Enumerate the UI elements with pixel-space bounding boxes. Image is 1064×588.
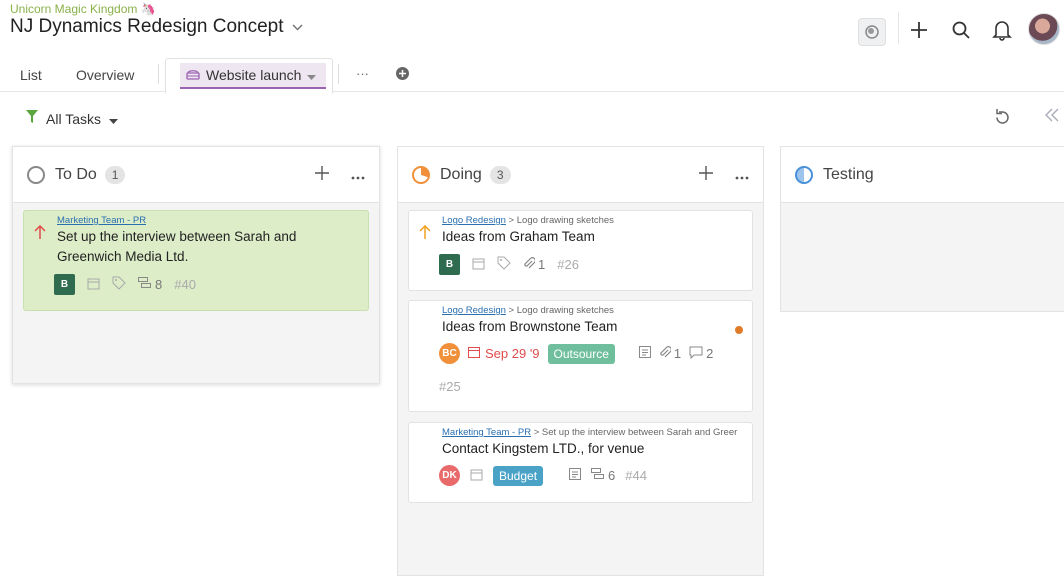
tag-icon[interactable]: [497, 256, 511, 273]
column-doing-title: Doing: [440, 165, 482, 183]
task-card-44[interactable]: Marketing Team - PR > Set up the intervi…: [408, 422, 753, 503]
tab-overview[interactable]: Overview: [76, 67, 134, 83]
header-divider: [898, 12, 899, 44]
priority-up-icon: [419, 224, 431, 242]
assignee-avatar[interactable]: BC: [439, 343, 460, 364]
attachment-icon: [523, 256, 536, 273]
add-task-icon[interactable]: [315, 163, 329, 186]
project-title-text: NJ Dynamics Redesign Concept: [10, 16, 284, 37]
tab-website-launch-label: Website launch: [206, 67, 302, 83]
subtask-icon: [591, 468, 605, 483]
tab-divider: [158, 64, 159, 84]
add-task-icon[interactable]: [699, 163, 713, 186]
calendar-icon[interactable]: [87, 277, 100, 293]
refresh-icon[interactable]: [994, 108, 1011, 131]
assignee-avatar[interactable]: B: [54, 274, 75, 295]
user-avatar[interactable]: [1028, 13, 1060, 45]
calendar-icon[interactable]: [472, 257, 485, 273]
search-icon[interactable]: [947, 16, 975, 44]
chevron-down-icon[interactable]: [291, 20, 303, 34]
column-todo-header: To Do 1: [13, 147, 379, 203]
subtask-count[interactable]: 6: [591, 468, 615, 483]
attachment-count[interactable]: 1: [659, 345, 681, 362]
tag-budget[interactable]: Budget: [493, 465, 544, 486]
column-testing-header: Testing: [781, 147, 1064, 203]
status-open-icon: [27, 165, 45, 184]
task-title[interactable]: Ideas from Brownstone Team: [442, 317, 617, 337]
column-todo: To Do 1 Marketing Team - PR Set up the i…: [12, 146, 380, 384]
subtask-count[interactable]: 8: [138, 277, 162, 292]
column-testing-title: Testing: [823, 165, 874, 183]
task-card-26[interactable]: Logo Redesign > Logo drawing sketches Id…: [408, 210, 753, 291]
bell-icon[interactable]: [988, 16, 1016, 44]
task-title[interactable]: Ideas from Graham Team: [442, 227, 595, 247]
tab-list[interactable]: List: [20, 67, 42, 83]
status-testing-icon: [795, 165, 813, 184]
task-id: #44: [625, 468, 647, 483]
task-breadcrumb[interactable]: Marketing Team - PR > Set up the intervi…: [442, 427, 747, 438]
unread-dot: [735, 326, 743, 334]
description-icon[interactable]: [569, 468, 582, 483]
task-id: #26: [557, 257, 579, 272]
more-icon[interactable]: [351, 163, 365, 186]
assignee-avatar[interactable]: B: [439, 254, 460, 275]
task-title[interactable]: Set up the interview between Sarah and G…: [57, 227, 347, 267]
calendar-icon[interactable]: [470, 468, 483, 484]
priority-up-icon: [34, 224, 46, 242]
task-filter[interactable]: All Tasks: [26, 110, 118, 127]
subtask-icon: [138, 277, 152, 292]
column-doing-count: 3: [489, 165, 511, 184]
tag-icon[interactable]: [112, 276, 126, 293]
column-todo-count: 1: [104, 165, 126, 184]
task-breadcrumb[interactable]: Logo Redesign > Logo drawing sketches: [442, 305, 614, 316]
calendar-icon: [468, 346, 480, 361]
task-card-40[interactable]: Marketing Team - PR Set up the interview…: [23, 210, 369, 311]
cake-icon: [186, 67, 200, 83]
attachment-icon: [659, 345, 672, 362]
project-title[interactable]: NJ Dynamics Redesign Concept: [10, 16, 303, 38]
tag-outsource[interactable]: Outsource: [547, 343, 615, 364]
attachment-count[interactable]: 1: [523, 256, 545, 273]
tabs-divider: [0, 91, 1064, 92]
column-doing: Doing 3 Logo Redesign > Logo drawing ske…: [397, 146, 764, 576]
task-id: #40: [174, 277, 196, 292]
caret-down-icon[interactable]: [307, 67, 317, 83]
more-tabs-button[interactable]: ···: [356, 66, 369, 81]
description-icon[interactable]: [638, 346, 651, 361]
status-in-progress-icon: [412, 165, 430, 184]
task-parent-link[interactable]: Marketing Team - PR: [57, 215, 146, 226]
task-title[interactable]: Contact Kingstem LTD., for venue: [442, 439, 644, 459]
filter-icon: [26, 110, 38, 127]
column-testing: Testing: [780, 146, 1064, 312]
more-icon[interactable]: [735, 163, 749, 186]
filter-label: All Tasks: [46, 110, 101, 127]
workspace-name[interactable]: Unicorn Magic Kingdom 🦄: [10, 2, 156, 16]
column-todo-title: To Do: [55, 165, 97, 183]
caret-down-icon: [108, 111, 118, 127]
collapse-icon[interactable]: [1044, 108, 1060, 127]
comment-icon: [689, 346, 703, 362]
tab-website-launch[interactable]: Website launch: [180, 63, 326, 89]
assignee-avatar[interactable]: DK: [439, 465, 460, 486]
plus-icon[interactable]: [905, 16, 933, 44]
globe-icon[interactable]: [858, 18, 886, 46]
task-breadcrumb[interactable]: Logo Redesign > Logo drawing sketches: [442, 215, 614, 226]
due-date[interactable]: Sep 29 '9: [468, 346, 540, 361]
task-card-25[interactable]: Logo Redesign > Logo drawing sketches Id…: [408, 300, 753, 412]
column-doing-header: Doing 3: [398, 147, 763, 203]
task-id: #25: [439, 379, 461, 394]
comment-count[interactable]: 2: [689, 346, 713, 362]
add-tab-icon[interactable]: [395, 66, 410, 86]
tab-divider-2: [338, 64, 339, 84]
